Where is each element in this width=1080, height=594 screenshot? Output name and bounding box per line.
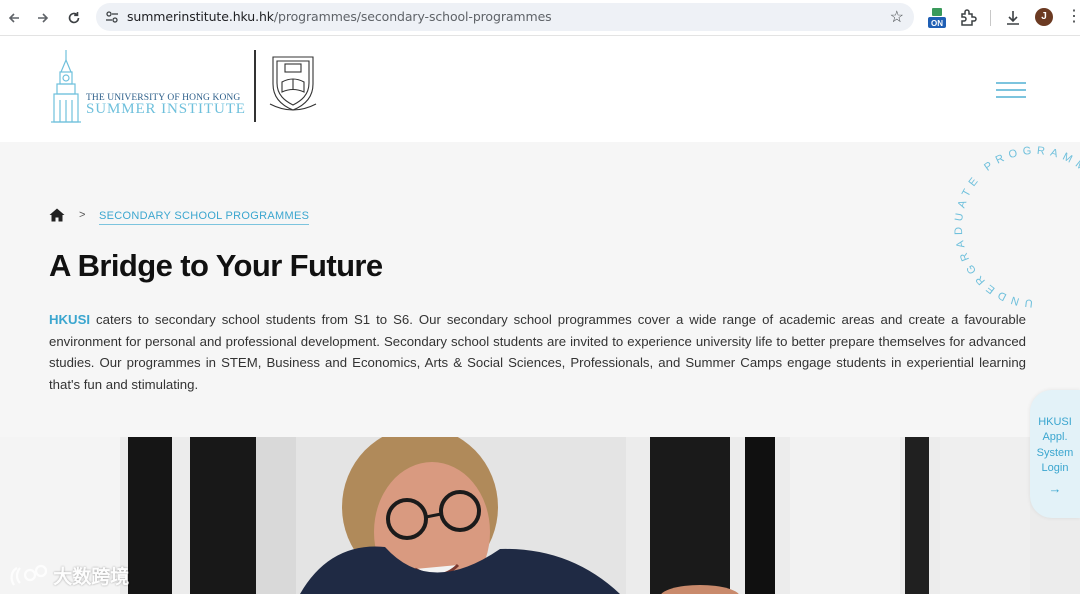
watermark-logo-icon [10,564,48,586]
breadcrumb-current[interactable]: SECONDARY SCHOOL PROGRAMMES [99,210,310,225]
watermark: 大数跨境 [8,562,129,588]
breadcrumb-separator: > [79,209,86,221]
arrow-right-icon: → [1048,481,1062,497]
hamburger-menu-icon[interactable] [996,82,1026,100]
extension-badge: ON [931,19,943,28]
extension-icon[interactable]: ON [928,8,946,28]
bookmark-star-icon[interactable]: ☆ [890,7,904,27]
hero-photo [0,437,1080,594]
address-bar[interactable]: summerinstitute.hku.hk/programmes/second… [96,3,914,31]
reload-icon[interactable] [63,7,85,29]
download-icon[interactable] [1003,8,1023,28]
browser-toolbar: summerinstitute.hku.hk/programmes/second… [0,0,1080,36]
watermark-text: 大数跨境 [53,567,130,588]
url-host: summerinstitute.hku.hk [127,9,274,24]
appl-system-login-tab[interactable]: HKUSI Appl. System Login → [1030,390,1080,518]
intro-brand: HKUSI [49,312,91,327]
profile-avatar[interactable]: J [1035,8,1053,26]
clock-tower-logo-icon[interactable] [50,50,82,124]
page-title: A Bridge to Your Future [49,248,383,283]
login-tab-label: HKUSI Appl. System Login [1036,416,1074,474]
url-text[interactable]: summerinstitute.hku.hk/programmes/second… [127,9,552,24]
logo-divider [254,50,256,122]
intro-text: caters to secondary school students from… [49,312,1026,392]
puzzle-icon[interactable] [958,8,978,28]
badge-circle-text: UNDERGRADUATE PROGRAMMES [953,145,1080,309]
url-path: /programmes/secondary-school-programmes [273,9,552,24]
menu-kebab-icon[interactable]: ⋮ [1066,8,1080,28]
forward-icon[interactable] [32,7,54,29]
toolbar-separator [990,10,991,26]
back-icon[interactable] [3,7,25,29]
logo-summer-institute: SUMMER INSTITUTE [86,101,246,117]
site-settings-icon[interactable] [105,10,119,24]
hero-section: > SECONDARY SCHOOL PROGRAMMES A Bridge t… [0,142,1080,437]
teacher-photo-image [0,437,1080,594]
university-crest-icon [269,56,317,111]
svg-text:UNDERGRADUATE PROGRAMMES: UNDERGRADUATE PROGRAMMES [953,145,1080,309]
undergraduate-programmes-badge[interactable]: UNDERGRADUATE PROGRAMMES [932,142,1080,312]
intro-paragraph: HKUSI caters to secondary school student… [49,309,1026,395]
home-icon[interactable] [49,208,65,222]
site-header: THE UNIVERSITY OF HONG KONG SUMMER INSTI… [0,36,1080,142]
